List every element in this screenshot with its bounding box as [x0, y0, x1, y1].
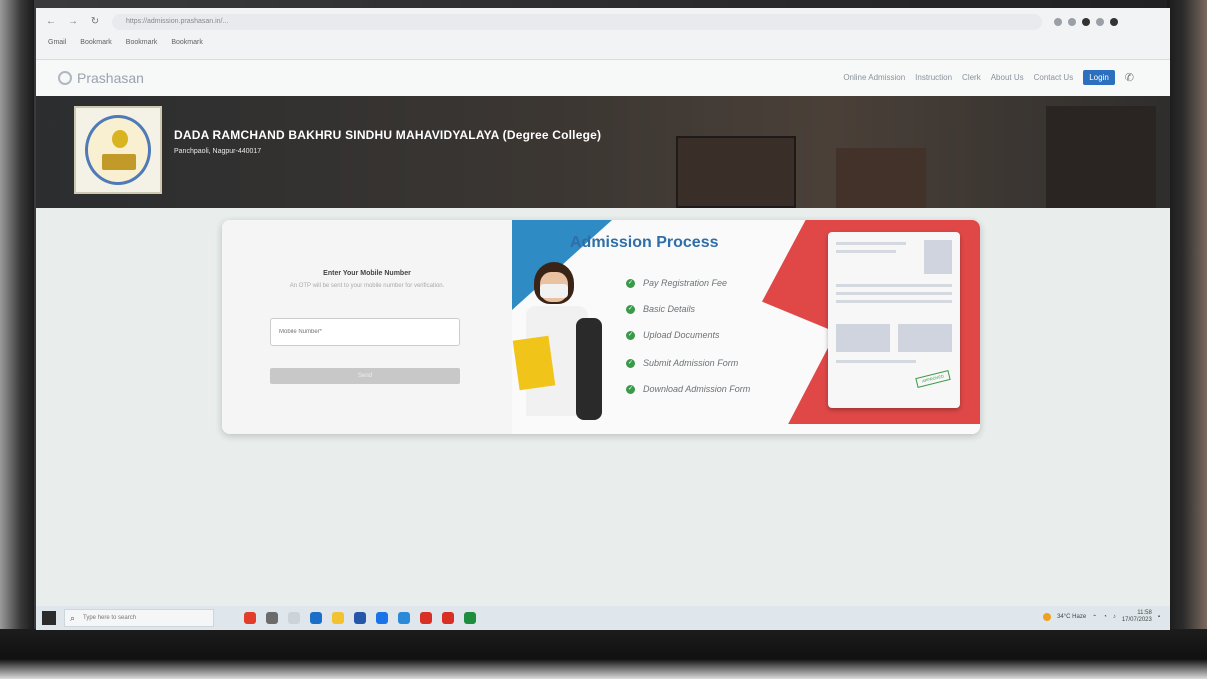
- task-view-icon[interactable]: [288, 612, 300, 624]
- windows-start-icon[interactable]: [42, 611, 56, 625]
- bookmark-item[interactable]: Bookmark: [171, 39, 203, 46]
- nav-about-us[interactable]: About Us: [991, 73, 1024, 82]
- check-icon: ✓: [626, 330, 635, 340]
- banner-background-shelf: [836, 148, 926, 208]
- monitor-bezel-right: [1167, 0, 1207, 679]
- weather-icon[interactable]: [1043, 613, 1052, 621]
- tray-chevron-icon[interactable]: ⌃: [1092, 614, 1097, 621]
- form-subtitle: An OTP will be sent to your mobile numbe…: [289, 283, 445, 289]
- app-icon[interactable]: [266, 612, 278, 624]
- main-content: Enter Your Mobile Number An OTP will be …: [36, 208, 1170, 606]
- main-nav: Online Admission Instruction Clerk About…: [843, 70, 1134, 85]
- college-name: DADA RAMCHAND BAKHRU SINDHU MAHAVIDYALAY…: [174, 128, 602, 142]
- clock-date: 17/07/2023: [1121, 617, 1152, 623]
- taskbar-search[interactable]: Type here to search: [64, 609, 214, 627]
- monitor-screen: ← → ↻ https://admission.prashasan.in/...…: [36, 8, 1170, 630]
- student-illustration: [512, 262, 612, 430]
- app-icon[interactable]: [464, 612, 476, 624]
- step-label: Upload Documents: [643, 330, 720, 340]
- promo-title: Admission Process: [570, 234, 719, 251]
- browser-toolbar: ← → ↻ https://admission.prashasan.in/...: [36, 12, 1170, 32]
- mobile-form-panel: Enter Your Mobile Number An OTP will be …: [222, 220, 512, 434]
- monitor-bezel-left: [0, 0, 34, 679]
- extension-icon[interactable]: [1096, 18, 1104, 26]
- taskbar-apps: [244, 612, 476, 624]
- back-icon[interactable]: ←: [44, 15, 58, 29]
- college-logo: [74, 106, 162, 194]
- brand-name: Prashasan: [77, 70, 144, 86]
- nav-instruction[interactable]: Instruction: [915, 73, 952, 82]
- step-label: Download Admission Form: [643, 384, 751, 394]
- prashasan-logo-icon: [58, 71, 72, 85]
- app-icon[interactable]: [398, 612, 410, 624]
- taskbar-clock[interactable]: 11:58 17/07/2023: [1122, 610, 1152, 624]
- extension-icons: [1054, 18, 1118, 26]
- step-label: Pay Registration Fee: [643, 278, 728, 288]
- brand-logo[interactable]: Prashasan: [58, 70, 144, 86]
- college-banner: DADA RAMCHAND BAKHRU SINDHU MAHAVIDYALAY…: [36, 96, 1170, 208]
- app-icon[interactable]: [354, 612, 366, 624]
- process-step: ✓ Submit Admission Form: [626, 358, 738, 368]
- process-step: ✓ Upload Documents: [626, 330, 720, 340]
- bookmarks-bar: Gmail Bookmark Bookmark Bookmark: [36, 34, 1170, 50]
- browser-chrome: ← → ↻ https://admission.prashasan.in/...…: [36, 8, 1170, 60]
- bookmark-item[interactable]: Bookmark: [126, 39, 158, 46]
- bookmark-item[interactable]: Bookmark: [80, 39, 112, 46]
- admission-process-banner: Admission Process ✓ Pay Registration Fee…: [512, 220, 980, 434]
- chrome-icon[interactable]: [420, 612, 432, 624]
- admission-card: Enter Your Mobile Number An OTP will be …: [222, 220, 980, 434]
- clock-time: 11:58: [1137, 610, 1152, 616]
- check-icon: ✓: [626, 304, 635, 314]
- check-icon: ✓: [626, 358, 635, 368]
- app-icon[interactable]: [376, 612, 388, 624]
- edge-icon[interactable]: [310, 612, 322, 624]
- bookmark-item[interactable]: Gmail: [48, 39, 66, 46]
- nav-contact-us[interactable]: Contact Us: [1034, 73, 1074, 82]
- process-step: ✓ Basic Details: [626, 304, 695, 314]
- extension-icon[interactable]: [1082, 18, 1090, 26]
- college-address: Panchpaoli, Nagpur-440017: [174, 148, 262, 155]
- check-icon: ✓: [626, 278, 635, 288]
- process-step: ✓ Pay Registration Fee: [626, 278, 727, 288]
- extension-icon[interactable]: [1068, 18, 1076, 26]
- reload-icon[interactable]: ↻: [88, 15, 102, 29]
- process-step: ✓ Download Admission Form: [626, 384, 750, 394]
- forward-icon[interactable]: →: [66, 15, 80, 29]
- nav-online-admission[interactable]: Online Admission: [843, 73, 905, 82]
- send-otp-button[interactable]: Send: [270, 368, 460, 384]
- address-bar[interactable]: https://admission.prashasan.in/...: [112, 14, 1042, 30]
- notification-icon[interactable]: ▪: [1158, 614, 1160, 620]
- system-tray: 34°C Haze ⌃ ◔ ♪ 11:58 17/07/2023 ▪: [1043, 610, 1160, 624]
- network-icon[interactable]: ◔: [1103, 614, 1107, 620]
- phone-icon[interactable]: ✆: [1125, 71, 1134, 84]
- site-header: Prashasan Online Admission Instruction C…: [36, 60, 1170, 96]
- college-emblem-icon: [85, 115, 151, 185]
- banner-background-shelf: [1046, 106, 1156, 208]
- volume-icon[interactable]: ♪: [1113, 614, 1116, 620]
- check-icon: ✓: [626, 384, 635, 394]
- file-explorer-icon[interactable]: [332, 612, 344, 624]
- approved-stamp: APPROVED: [915, 370, 951, 388]
- extension-icon[interactable]: [1054, 18, 1062, 26]
- monitor-bezel-bottom: [0, 629, 1207, 679]
- windows-taskbar: Type here to search 34°C Haze ⌃ ◔ ♪ 11:5…: [36, 606, 1170, 630]
- step-label: Basic Details: [643, 304, 696, 314]
- mobile-number-input[interactable]: [270, 318, 460, 346]
- nav-clerk[interactable]: Clerk: [962, 73, 981, 82]
- weather-text[interactable]: 34°C Haze: [1057, 614, 1086, 620]
- login-button[interactable]: Login: [1083, 70, 1115, 85]
- step-label: Submit Admission Form: [643, 358, 739, 368]
- admission-form-document: APPROVED: [828, 232, 960, 408]
- banner-background-shelf: [676, 136, 796, 208]
- chrome-icon[interactable]: [442, 612, 454, 624]
- profile-icon[interactable]: [1110, 18, 1118, 26]
- form-title: Enter Your Mobile Number: [323, 270, 411, 277]
- app-icon[interactable]: [244, 612, 256, 624]
